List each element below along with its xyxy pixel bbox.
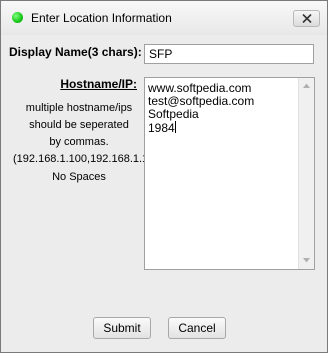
help-line: multiple hostname/ips [25,102,133,114]
help-line: by commas. [49,136,109,148]
title-bar[interactable]: Enter Location Information [1,1,327,35]
hostname-line: 1984 [148,121,175,135]
close-icon [302,14,312,23]
hostname-help-text: multiple hostname/ips should be seperate… [13,100,165,186]
vertical-scrollbar[interactable] [298,78,314,269]
display-name-label: Display Name(3 chars): [9,45,142,59]
cancel-button[interactable]: Cancel [168,317,226,339]
text-caret [174,121,176,133]
hostname-line-current: 1984 [148,121,254,135]
location-dialog: Enter Location Information Display Name(… [0,0,328,353]
help-line: should be seperated [29,119,129,131]
scroll-up-button[interactable] [299,78,314,94]
hostname-textarea[interactable]: www.softpedia.com test@softpedia.com Sof… [144,77,315,270]
display-name-input[interactable]: SFP [144,44,314,64]
submit-button[interactable]: Submit [93,317,151,339]
scroll-down-button[interactable] [299,253,314,269]
hostname-label: Hostname/IP: [60,77,137,91]
help-line: No Spaces [52,171,106,183]
scroll-up-arrow-icon [303,83,310,88]
close-button[interactable] [293,10,320,27]
scroll-down-arrow-icon [303,258,310,263]
window-title: Enter Location Information [31,11,172,25]
green-dot-icon [12,12,23,23]
help-line: (192.168.1.100,192.168.1.103) [13,153,165,165]
hostname-line: Softpedia [148,107,199,121]
hostname-textarea-content: www.softpedia.com test@softpedia.com Sof… [148,82,254,135]
